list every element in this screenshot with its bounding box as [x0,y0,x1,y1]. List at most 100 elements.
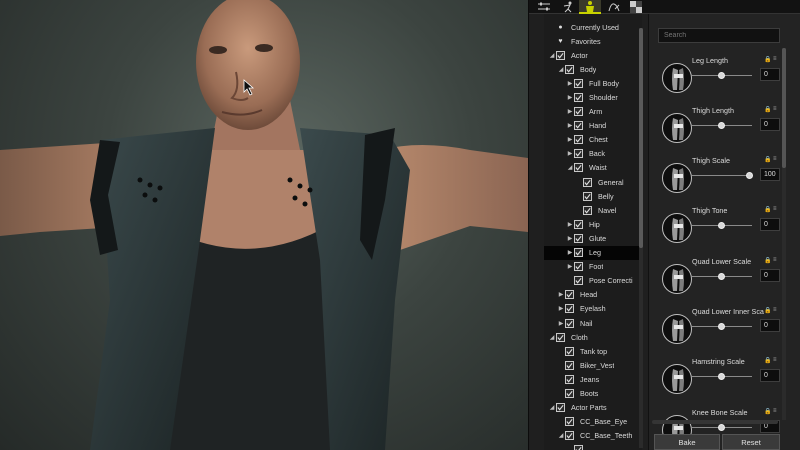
visibility-checkbox[interactable] [574,276,583,286]
slider-track[interactable] [692,175,752,176]
expand-arrow-open-icon[interactable]: ◢ [548,334,556,341]
tree-item[interactable]: Navel [544,203,642,217]
options-menu-icon[interactable]: ≡ [773,56,777,62]
visibility-checkbox[interactable] [565,346,574,356]
options-menu-icon[interactable]: ≡ [773,307,777,313]
visibility-checkbox[interactable] [574,163,583,173]
visibility-checkbox[interactable] [556,50,565,60]
tree-item[interactable]: ▶ Leg [544,245,642,260]
morph-scrollbar[interactable] [782,48,786,420]
tree-item[interactable]: ▶ Foot [544,260,642,274]
slider-value-field[interactable]: 0 [760,118,780,131]
options-menu-icon[interactable]: ≡ [773,156,777,162]
tree-item[interactable]: ◢ Cloth [544,330,642,344]
slider-value-field[interactable]: 100 [760,168,780,181]
tree-item[interactable]: General [544,175,642,189]
slider-handle[interactable] [718,222,725,229]
tree-item[interactable]: ▶ Shoulder [544,90,642,104]
lock-icon[interactable]: 🔒 [764,206,771,213]
visibility-checkbox[interactable] [565,417,574,427]
tree-item[interactable]: Jeans [544,372,642,386]
expand-arrow-closed-icon[interactable]: ▶ [566,249,574,256]
tree-item[interactable]: Tank top [544,344,642,358]
tree-item[interactable]: ◢ Body [544,62,642,76]
lock-icon[interactable]: 🔒 [764,257,771,264]
slider-handle[interactable] [718,122,725,129]
tree-item[interactable]: ▶ Back [544,147,642,161]
visibility-checkbox[interactable] [583,191,592,201]
visibility-checkbox[interactable] [574,248,583,258]
slider-handle[interactable] [718,424,725,431]
search-input[interactable] [658,28,780,43]
expand-arrow-open-icon[interactable]: ◢ [557,66,565,73]
slider-value-field[interactable]: 0 [760,369,780,382]
reset-button[interactable]: Reset [722,434,780,450]
slider-value-field[interactable]: 0 [760,319,780,332]
tab-sliders[interactable] [533,0,555,14]
expand-arrow-closed-icon[interactable]: ▶ [566,108,574,115]
slider-handle[interactable] [718,273,725,280]
tree-item[interactable]: Belly [544,189,642,203]
visibility-checkbox[interactable] [565,318,574,328]
expand-arrow-open-icon[interactable]: ◢ [548,404,556,411]
tree-item[interactable]: ▶ Arm [544,105,642,119]
tree-item[interactable]: ▶ Hip [544,217,642,231]
expand-arrow-closed-icon[interactable]: ▶ [566,150,574,157]
visibility-checkbox[interactable] [565,290,574,300]
visibility-checkbox[interactable] [565,360,574,370]
visibility-checkbox[interactable] [556,403,565,413]
tab-texture[interactable] [625,0,647,14]
slider-handle[interactable] [718,373,725,380]
visibility-checkbox[interactable] [583,177,592,187]
options-menu-icon[interactable]: ≡ [773,257,777,263]
visibility-checkbox[interactable] [565,388,574,398]
tree-item[interactable]: Pose Correcti [544,274,642,288]
expand-arrow-open-icon[interactable]: ◢ [566,164,574,171]
3d-viewport[interactable] [0,0,528,450]
slider-handle[interactable] [746,172,753,179]
visibility-checkbox[interactable] [574,107,583,117]
expand-arrow-closed-icon[interactable]: ▶ [566,80,574,87]
visibility-checkbox[interactable] [556,332,565,342]
expand-arrow-closed-icon[interactable]: ▶ [566,136,574,143]
lock-icon[interactable]: 🔒 [764,106,771,113]
slider-value-field[interactable]: 0 [760,218,780,231]
expand-arrow-closed-icon[interactable]: ▶ [566,122,574,129]
tab-body-shape[interactable] [603,0,625,14]
visibility-checkbox[interactable] [574,121,583,131]
horizontal-scrollbar[interactable] [652,420,778,424]
slider-handle[interactable] [718,323,725,330]
visibility-checkbox[interactable] [574,233,583,243]
tree-item[interactable]: ▶ Eyelash [544,302,642,316]
expand-arrow-open-icon[interactable]: ◢ [557,432,565,439]
tree-item[interactable]: ▶ Hand [544,119,642,133]
expand-arrow-closed-icon[interactable]: ▶ [566,235,574,242]
expand-arrow-closed-icon[interactable]: ▶ [566,94,574,101]
lock-icon[interactable]: 🔒 [764,156,771,163]
tree-item[interactable]: Boots [544,386,642,400]
slider-handle[interactable] [718,72,725,79]
tree-item[interactable]: ▶ Head [544,288,642,302]
visibility-checkbox[interactable] [574,93,583,103]
visibility-checkbox[interactable] [574,135,583,145]
options-menu-icon[interactable]: ≡ [773,408,777,414]
expand-arrow-closed-icon[interactable]: ▶ [557,291,565,298]
expand-arrow-closed-icon[interactable]: ▶ [557,320,565,327]
slider-value-field[interactable]: 0 [760,68,780,81]
tree-item[interactable]: ◢ Actor [544,48,642,62]
tab-morph[interactable] [579,0,601,14]
tree-item[interactable]: ◢ Waist [544,161,642,175]
tree-item[interactable]: ♥ Favorites [544,34,642,48]
tree-item[interactable]: Biker_Vest [544,358,642,372]
tree-scrollbar[interactable] [639,28,643,448]
visibility-checkbox[interactable] [565,374,574,384]
lock-icon[interactable]: 🔒 [764,56,771,63]
bake-button[interactable]: Bake [654,434,720,450]
options-menu-icon[interactable]: ≡ [773,106,777,112]
expand-arrow-open-icon[interactable]: ◢ [548,52,556,59]
options-menu-icon[interactable]: ≡ [773,357,777,363]
tree-item[interactable]: ◢ CC_Base_Teeth [544,429,642,443]
tree-item[interactable]: ▶ Full Body [544,76,642,90]
visibility-checkbox[interactable] [583,205,592,215]
tree-item[interactable] [544,443,642,450]
